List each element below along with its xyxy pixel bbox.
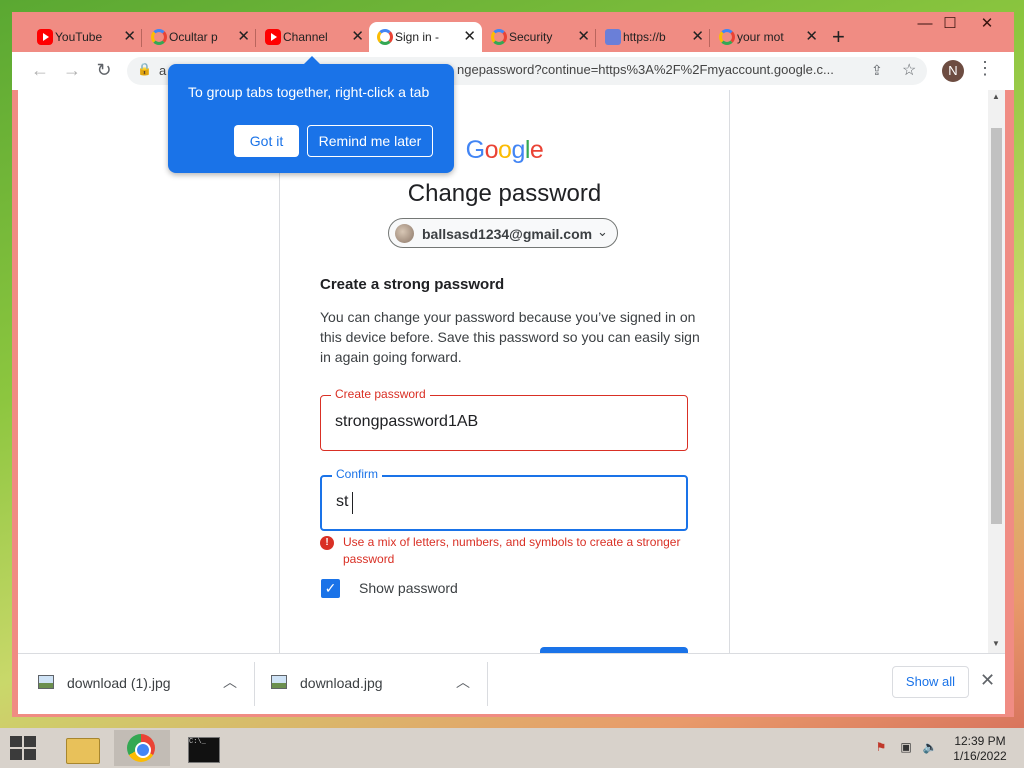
windows-start-icon[interactable] — [10, 736, 38, 762]
error-icon: ! — [320, 536, 334, 550]
tab-label: Channel — [283, 30, 328, 44]
network-icon[interactable]: ▣ — [898, 740, 914, 756]
url-text: ngepassword?continue=https%3A%2F%2Fmyacc… — [457, 62, 834, 77]
tab-label: Security — [509, 30, 553, 44]
tab-label: YouTube — [55, 30, 103, 44]
download-shelf: download (1).jpg ︿ download.jpg ︿ Show a… — [18, 653, 1005, 714]
description-text: You can change your password because you… — [320, 309, 700, 365]
clock-date: 1/16/2022 — [953, 749, 1007, 763]
chrome-taskbar-icon[interactable] — [114, 730, 170, 766]
share-icon[interactable]: ⇪ — [871, 62, 883, 79]
volume-muted-icon[interactable]: 🔈 — [922, 740, 938, 756]
create-password-field[interactable]: Create password strongpassword1AB — [320, 387, 688, 451]
tab-separator — [709, 29, 710, 47]
tab-label: Sign in - — [395, 30, 440, 44]
maximize-button[interactable]: ☐ — [933, 14, 967, 36]
text-caret — [352, 492, 353, 514]
got-it-button[interactable]: Got it — [234, 125, 299, 157]
confirm-password-label: Confirm — [332, 467, 383, 481]
tab-label: Ocultar p — [169, 30, 218, 44]
command-prompt-icon[interactable]: C:\_ — [176, 730, 232, 766]
clock[interactable]: 12:39 PM 1/16/2022 — [940, 734, 1020, 764]
tab-group-tip-bubble: To group tabs together, right-click a ta… — [168, 56, 454, 173]
section-heading: Create a strong password — [320, 276, 505, 293]
scrollbar-thumb[interactable] — [991, 128, 1002, 524]
chevron-down-icon: ⌄ — [597, 224, 608, 239]
download-filename: download (1).jpg — [67, 675, 171, 691]
tab-close-icon[interactable]: ✕ — [805, 22, 818, 52]
close-window-button[interactable]: ✕ — [970, 14, 1004, 36]
tab-close-icon[interactable]: ✕ — [123, 22, 136, 52]
browser-toolbar: ← → ↻ 🔒 a ngepassword?continue=https%3A%… — [12, 52, 1014, 90]
google-icon — [719, 29, 735, 45]
bookmark-star-icon[interactable]: ☆ — [902, 60, 916, 80]
image-file-icon — [38, 675, 54, 689]
avatar — [395, 224, 414, 243]
tab-label: your mot — [737, 30, 784, 44]
vertical-scrollbar[interactable]: ▲ ▼ — [988, 90, 1005, 653]
url-prefix: a — [159, 63, 167, 78]
page-icon — [605, 29, 621, 45]
clock-time: 12:39 PM — [954, 734, 1006, 748]
new-tab-button[interactable]: + — [832, 24, 845, 50]
tab-close-icon[interactable]: ✕ — [237, 22, 250, 52]
close-icon[interactable]: ✕ — [980, 670, 995, 691]
scroll-up-icon[interactable]: ▲ — [992, 92, 1000, 101]
tab-label: https://b — [623, 30, 666, 44]
change-password-card: Google Change password ballsasd1234@gmai… — [279, 90, 730, 653]
google-icon — [151, 29, 167, 45]
file-explorer-icon[interactable] — [54, 730, 110, 766]
youtube-icon — [265, 29, 281, 45]
download-item[interactable]: download (1).jpg ︿ — [18, 654, 254, 714]
profile-avatar[interactable]: N — [942, 60, 964, 82]
create-password-value: strongpassword1AB — [335, 413, 479, 430]
tab-separator — [255, 29, 256, 47]
page-content: Google Change password ballsasd1234@gmai… — [18, 90, 988, 653]
error-message: Use a mix of letters, numbers, and symbo… — [343, 535, 681, 566]
google-icon — [377, 29, 393, 45]
google-icon — [491, 29, 507, 45]
page-title: Change password — [407, 180, 602, 207]
tip-text: To group tabs together, right-click a ta… — [188, 84, 430, 100]
taskbar: C:\_ ⚑ ▣ 🔈 12:39 PM 1/16/2022 — [0, 728, 1024, 768]
lock-icon: 🔒 — [137, 62, 152, 76]
remind-later-button[interactable]: Remind me later — [307, 125, 433, 157]
tab-close-icon[interactable]: ✕ — [463, 22, 476, 52]
reload-icon[interactable]: ↻ — [92, 58, 116, 82]
confirm-password-value: st — [336, 493, 349, 510]
account-chip[interactable]: ballsasd1234@gmail.com ⌄ — [388, 218, 618, 248]
create-password-label: Create password — [331, 387, 430, 401]
show-password-checkbox[interactable]: ✓ — [321, 579, 340, 598]
tab-separator — [595, 29, 596, 47]
show-password-label[interactable]: Show password — [359, 580, 458, 596]
back-arrow-icon[interactable]: ← — [28, 58, 52, 82]
youtube-icon — [37, 29, 53, 45]
bubble-arrow — [304, 56, 320, 64]
tab-close-icon[interactable]: ✕ — [351, 22, 364, 52]
confirm-password-field[interactable]: Confirm st — [320, 467, 688, 531]
show-all-button[interactable]: Show all — [892, 666, 969, 698]
image-file-icon — [271, 675, 287, 689]
scroll-down-icon[interactable]: ▼ — [992, 639, 1000, 648]
tab-separator — [141, 29, 142, 47]
tab-close-icon[interactable]: ✕ — [691, 22, 704, 52]
chevron-up-icon[interactable]: ︿ — [223, 672, 237, 692]
download-filename: download.jpg — [300, 675, 383, 691]
menu-kebab-icon[interactable]: ⋮ — [976, 58, 994, 79]
download-item[interactable]: download.jpg ︿ — [255, 654, 487, 714]
divider — [487, 662, 488, 706]
action-center-flag-icon[interactable]: ⚑ — [873, 740, 889, 756]
account-email: ballsasd1234@gmail.com — [422, 226, 593, 242]
chevron-up-icon[interactable]: ︿ — [456, 672, 470, 692]
tab-close-icon[interactable]: ✕ — [577, 22, 590, 52]
forward-arrow-icon[interactable]: → — [60, 58, 84, 82]
